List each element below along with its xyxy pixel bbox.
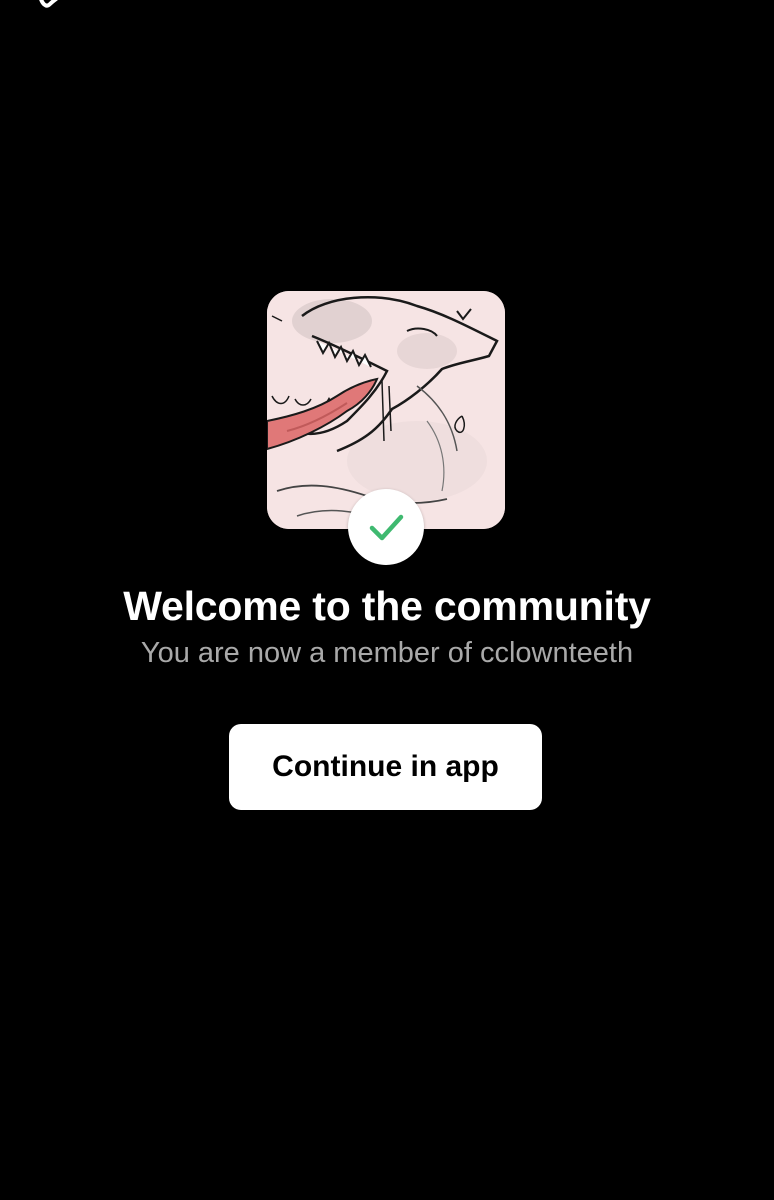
welcome-title: Welcome to the community <box>123 583 651 629</box>
corner-decoration <box>38 0 64 14</box>
membership-subtitle: You are now a member of cclownteeth <box>140 637 634 669</box>
checkmark-icon <box>369 514 404 541</box>
joined-check-badge <box>348 489 424 565</box>
continue-in-app-button[interactable]: Continue in app <box>229 724 542 810</box>
welcome-screen: Welcome to the community You are now a m… <box>0 0 774 1200</box>
